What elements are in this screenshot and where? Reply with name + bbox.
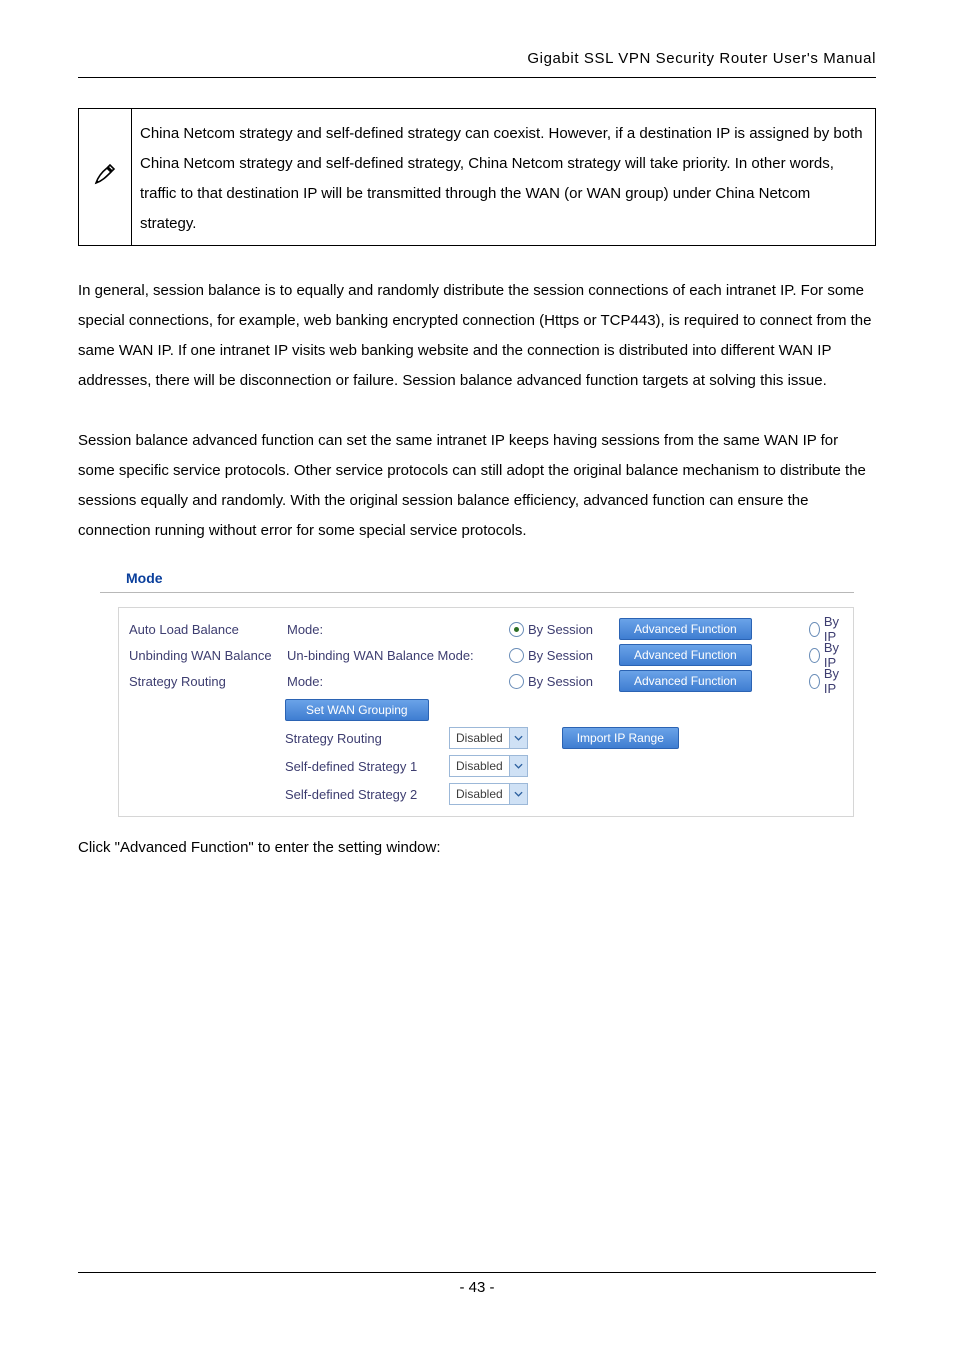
advanced-function-button-0[interactable]: Advanced Function bbox=[619, 618, 752, 640]
sub-label-self-def-2: Self-defined Strategy 2 bbox=[285, 787, 441, 802]
mode-row-auto-load-balance: Auto Load Balance Mode: By Session Advan… bbox=[127, 616, 845, 642]
mode-row-strategy-routing: Strategy Routing Mode: By Session Advanc… bbox=[127, 668, 845, 694]
radio-by-ip-2[interactable] bbox=[809, 674, 820, 689]
radio-by-session-1[interactable] bbox=[509, 648, 524, 663]
sub-label-self-def-1: Self-defined Strategy 1 bbox=[285, 759, 441, 774]
radio-by-session-0[interactable] bbox=[509, 622, 524, 637]
set-wan-grouping-button[interactable]: Set WAN Grouping bbox=[285, 699, 429, 721]
dropdown-value: Disabled bbox=[450, 787, 509, 801]
mode-row-label: Strategy Routing bbox=[127, 674, 287, 689]
mode-panel: Auto Load Balance Mode: By Session Advan… bbox=[118, 607, 854, 817]
page-header-title: Gigabit SSL VPN Security Router User's M… bbox=[78, 50, 876, 67]
radio-by-ip-0[interactable] bbox=[809, 622, 820, 637]
page-number: - 43 - bbox=[459, 1279, 494, 1296]
mode-row-desc: Un-binding WAN Balance Mode: bbox=[287, 648, 509, 663]
import-ip-range-button[interactable]: Import IP Range bbox=[562, 727, 679, 749]
mode-row-desc: Mode: bbox=[287, 674, 509, 689]
radio-by-session-1-label: By Session bbox=[528, 648, 593, 663]
note-box: China Netcom strategy and self-defined s… bbox=[78, 108, 876, 246]
sub-label-strategy-routing: Strategy Routing bbox=[285, 731, 441, 746]
chevron-down-icon bbox=[509, 728, 527, 748]
mode-row-desc: Mode: bbox=[287, 622, 509, 637]
mode-row-unbinding-wan: Unbinding WAN Balance Un-binding WAN Bal… bbox=[127, 642, 845, 668]
after-panel-text: Click "Advanced Function" to enter the s… bbox=[78, 839, 876, 856]
footer-rule bbox=[78, 1272, 876, 1273]
dropdown-self-def-1[interactable]: Disabled bbox=[449, 755, 528, 777]
strategy-routing-subarea: Set WAN Grouping Strategy Routing Disabl… bbox=[285, 696, 845, 808]
mode-row-label: Unbinding WAN Balance bbox=[127, 648, 287, 663]
note-text: China Netcom strategy and self-defined s… bbox=[132, 109, 875, 245]
chevron-down-icon bbox=[509, 784, 527, 804]
radio-by-ip-1[interactable] bbox=[809, 648, 820, 663]
paragraph-1: In general, session balance is to equall… bbox=[78, 276, 876, 396]
paragraph-2: Session balance advanced function can se… bbox=[78, 426, 876, 546]
dropdown-value: Disabled bbox=[450, 759, 509, 773]
mode-row-label: Auto Load Balance bbox=[127, 622, 287, 637]
advanced-function-button-2[interactable]: Advanced Function bbox=[619, 670, 752, 692]
advanced-function-button-1[interactable]: Advanced Function bbox=[619, 644, 752, 666]
note-icon-cell bbox=[79, 109, 132, 245]
dropdown-strategy-routing[interactable]: Disabled bbox=[449, 727, 528, 749]
radio-by-session-2-label: By Session bbox=[528, 674, 593, 689]
radio-by-session-2[interactable] bbox=[509, 674, 524, 689]
radio-by-session-0-label: By Session bbox=[528, 622, 593, 637]
dropdown-self-def-2[interactable]: Disabled bbox=[449, 783, 528, 805]
radio-by-ip-2-label: By IP bbox=[824, 666, 845, 696]
writing-hand-icon bbox=[93, 163, 117, 192]
mode-heading: Mode bbox=[100, 566, 854, 593]
page-footer: - 43 - bbox=[78, 1265, 876, 1297]
chevron-down-icon bbox=[509, 756, 527, 776]
header-rule bbox=[78, 77, 876, 78]
dropdown-value: Disabled bbox=[450, 731, 509, 745]
